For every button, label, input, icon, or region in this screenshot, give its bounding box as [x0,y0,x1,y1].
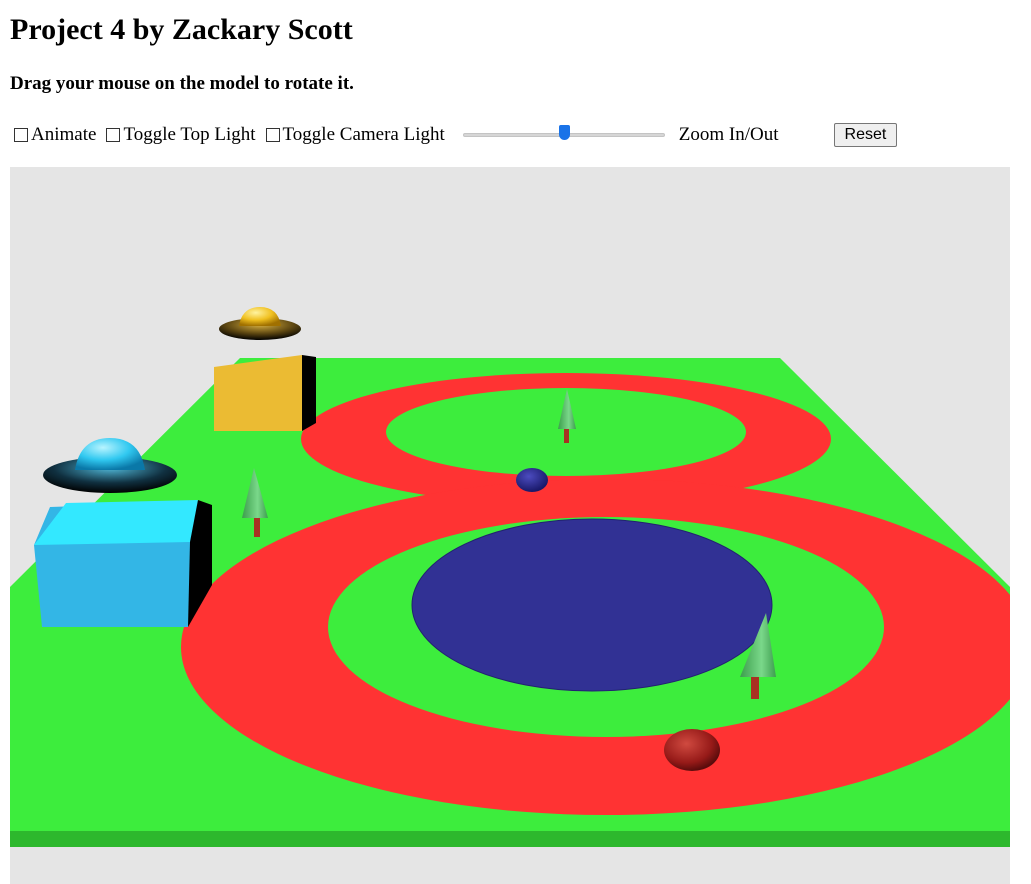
cyan-cube [34,500,212,627]
animate-label: Animate [31,124,97,145]
scene-render[interactable] [10,167,1010,884]
webgl-canvas[interactable] [10,167,1010,884]
page-title: Project 4 by Zackary Scott [10,13,353,46]
camera-light-label: Toggle Camera Light [282,124,445,145]
animate-checkbox[interactable] [14,128,28,142]
instructions-text: Drag your mouse on the model to rotate i… [10,73,354,94]
top-light-checkbox[interactable] [106,128,121,142]
pond [411,518,773,692]
yellow-cube [214,355,316,431]
zoom-slider-thumb[interactable] [558,125,570,140]
zoom-slider[interactable] [462,125,665,145]
red-ball [664,729,720,771]
reset-button[interactable]: Reset [833,123,898,147]
top-light-label: Toggle Top Light [123,124,256,145]
animate-toggle[interactable]: Animate [14,124,96,146]
controls-bar: Animate Toggle Top Light Toggle Camera L… [14,120,898,150]
zoom-label: Zoom In/Out [678,124,779,145]
top-light-toggle[interactable]: Toggle Top Light [106,124,256,146]
blue-ball [516,468,548,492]
camera-light-checkbox[interactable] [265,128,280,142]
camera-light-toggle[interactable]: Toggle Camera Light [265,124,445,146]
